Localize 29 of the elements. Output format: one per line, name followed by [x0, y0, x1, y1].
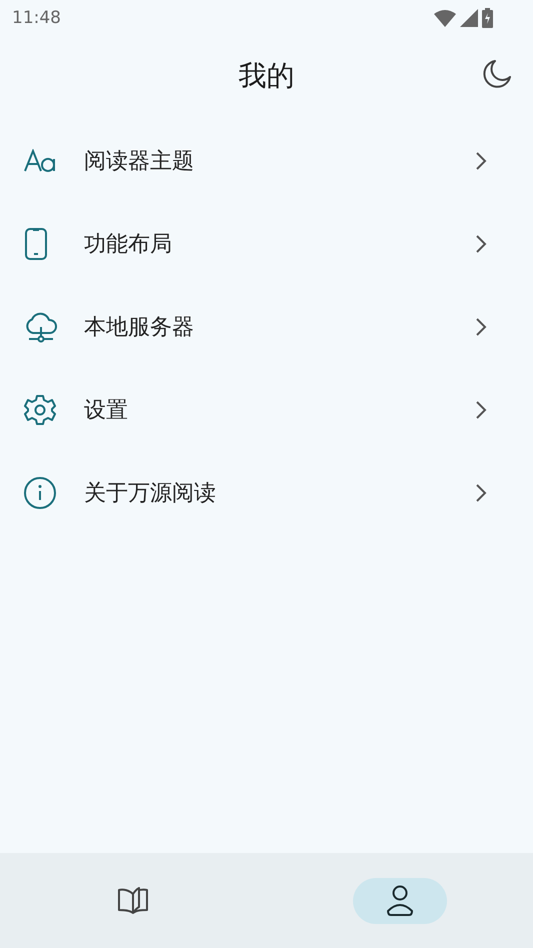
battery-icon — [482, 8, 493, 28]
moon-icon[interactable] — [481, 58, 513, 90]
book-icon — [117, 886, 150, 916]
status-time: 11:48 — [12, 8, 61, 28]
menu-item[interactable]: 本地服务器 — [0, 285, 533, 368]
chevron-right-icon — [475, 316, 487, 336]
page-title: 我的 — [238, 58, 294, 94]
menu-item[interactable]: 功能布局 — [0, 202, 533, 285]
chevron-right-icon — [475, 482, 487, 502]
menu-label: 关于万源阅读 — [84, 480, 217, 508]
wifi-icon — [434, 9, 456, 27]
font-icon — [24, 148, 58, 172]
menu-item[interactable]: 关于万源阅读 — [0, 451, 533, 534]
nav-tab[interactable] — [352, 878, 447, 924]
menu-label: 阅读器主题 — [84, 148, 195, 176]
settings-icon — [24, 394, 56, 426]
chevron-right-icon — [475, 400, 487, 420]
menu-label: 功能布局 — [84, 230, 173, 258]
chevron-right-icon — [475, 150, 487, 170]
menu-item[interactable]: 设置 — [0, 368, 533, 451]
signal-icon — [460, 9, 478, 27]
menu-item[interactable]: 阅读器主题 — [0, 119, 533, 202]
chevron-right-icon — [475, 234, 487, 254]
person-icon — [384, 884, 415, 916]
cloud-network-icon — [24, 310, 58, 342]
phone-icon — [24, 228, 48, 260]
menu-label: 设置 — [84, 396, 129, 424]
info-icon — [24, 476, 56, 508]
menu-label: 本地服务器 — [84, 314, 195, 342]
